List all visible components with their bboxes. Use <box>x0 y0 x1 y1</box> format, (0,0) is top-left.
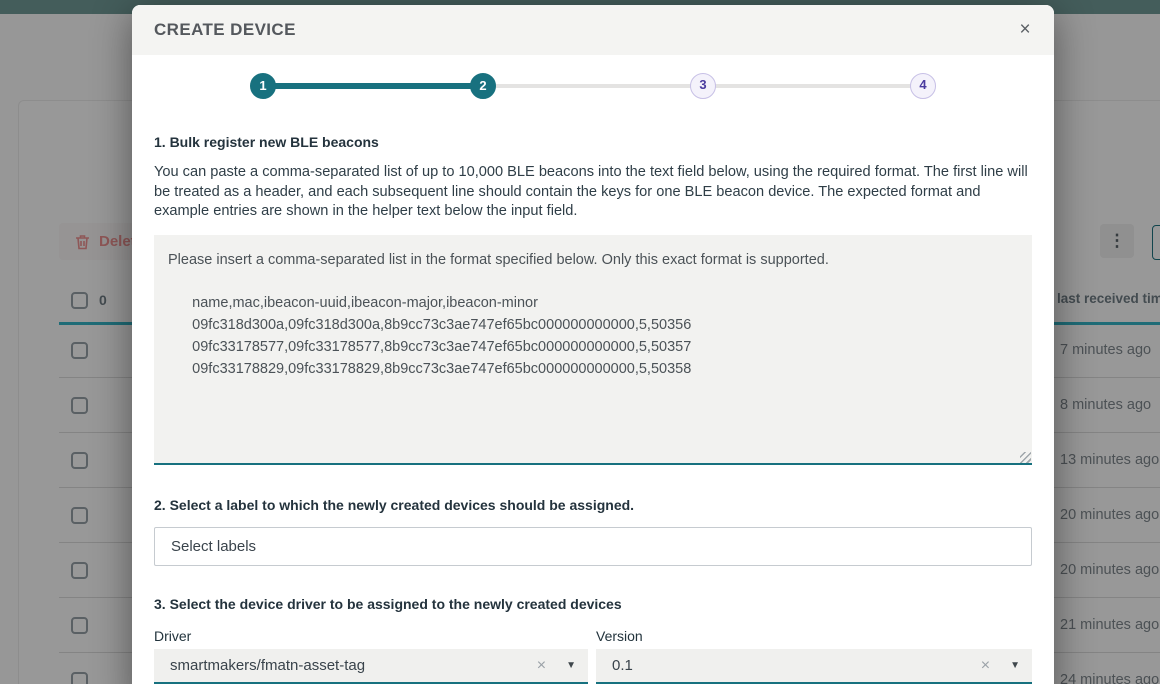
version-select-value: 0.1 <box>612 657 981 674</box>
bulk-beacons-textarea[interactable]: Please insert a comma-separated list in … <box>154 235 1032 465</box>
stepper-connector <box>483 84 703 88</box>
stepper-connector <box>703 84 923 88</box>
stepper-connector <box>263 83 483 89</box>
create-device-modal: CREATE DEVICE × 1 2 3 4 1. Bulk register… <box>132 5 1054 684</box>
version-select[interactable]: 0.1 × ▼ <box>596 649 1032 684</box>
section1-heading: 1. Bulk register new BLE beacons <box>154 134 379 150</box>
section1-description: You can paste a comma-separated list of … <box>154 163 1034 222</box>
chevron-down-icon[interactable]: ▼ <box>566 660 576 671</box>
section2-heading: 2. Select a label to which the newly cre… <box>154 497 634 513</box>
close-icon: × <box>1019 19 1030 40</box>
stepper-step-3[interactable]: 3 <box>690 73 716 99</box>
resize-handle-icon[interactable] <box>1020 452 1031 463</box>
modal-title: CREATE DEVICE <box>154 20 296 40</box>
clear-icon[interactable]: × <box>537 657 546 675</box>
select-labels-input[interactable]: Select labels <box>154 527 1032 566</box>
stepper-step-1[interactable]: 1 <box>250 73 276 99</box>
clear-icon[interactable]: × <box>981 657 990 675</box>
chevron-down-icon[interactable]: ▼ <box>1010 660 1020 671</box>
driver-field-label: Driver <box>154 628 191 644</box>
stepper-step-4[interactable]: 4 <box>910 73 936 99</box>
stepper-step-2[interactable]: 2 <box>470 73 496 99</box>
section3-heading: 3. Select the device driver to be assign… <box>154 596 622 612</box>
driver-select-value: smartmakers/fmatn-asset-tag <box>170 657 537 674</box>
version-field-label: Version <box>596 628 643 644</box>
modal-header: CREATE DEVICE × <box>132 5 1054 55</box>
driver-select[interactable]: smartmakers/fmatn-asset-tag × ▼ <box>154 649 588 684</box>
close-button[interactable]: × <box>1010 15 1040 45</box>
